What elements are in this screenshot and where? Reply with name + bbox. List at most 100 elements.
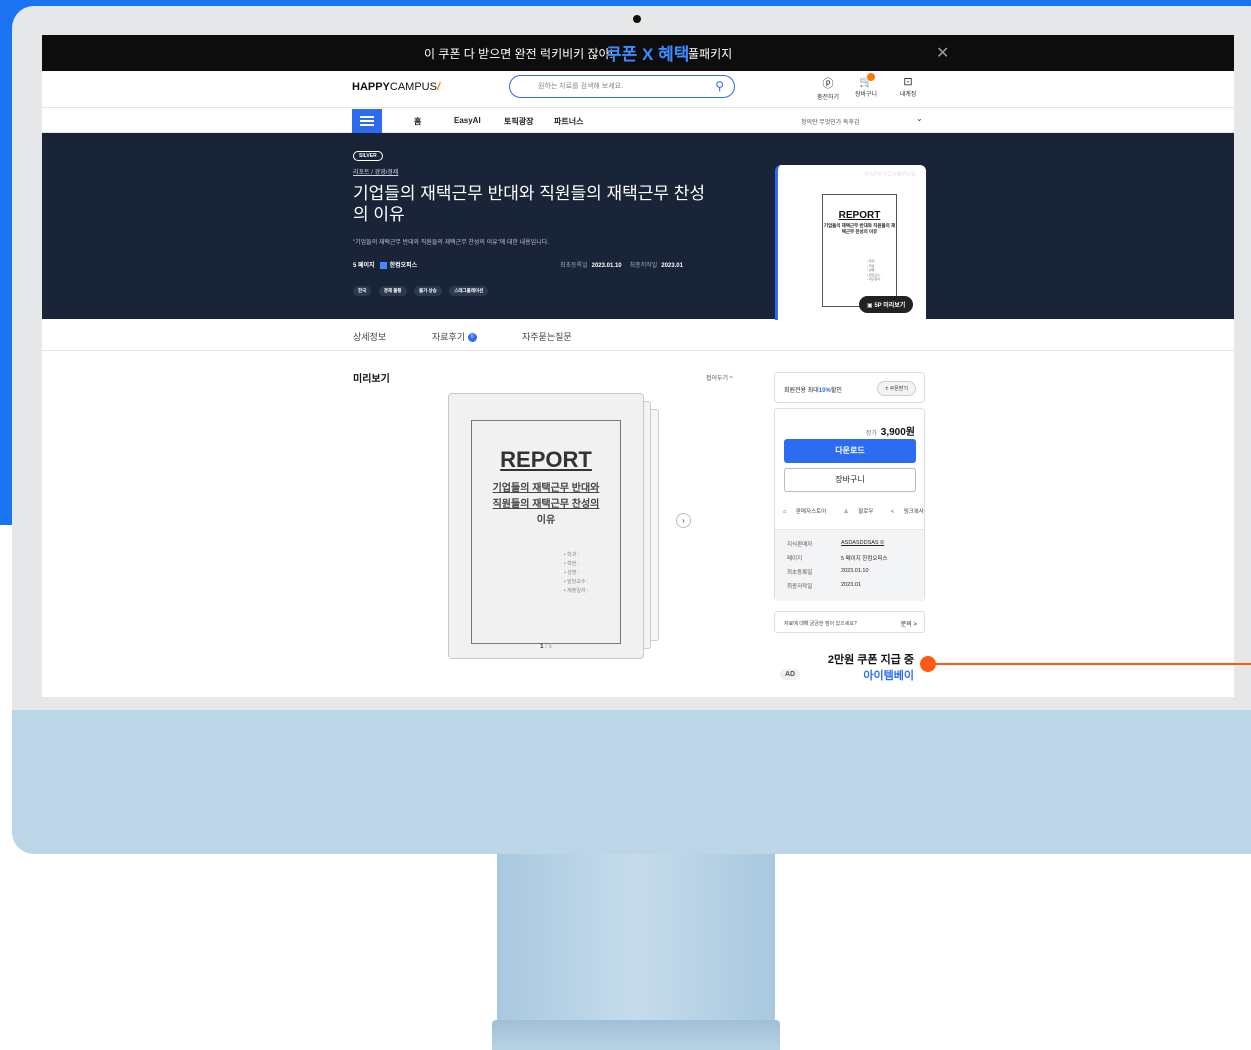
coupon-percent: 10% <box>818 388 831 394</box>
seller-name[interactable]: ASDASDDSAS © <box>841 540 884 546</box>
logo[interactable]: HAPPYCAMPUS/ <box>352 81 440 93</box>
info-row: 페이지 5 페이지 한컴오피스 <box>787 554 888 562</box>
coupon-text: 회원전용 최대10%할인 <box>784 385 842 394</box>
preview-pages-label: 5P 미리보기 <box>874 303 906 309</box>
inquiry-text: 자료에 대해 궁금한 점이 있으세요? <box>784 621 857 627</box>
nav-item-easyai[interactable]: EasyAI <box>454 116 481 125</box>
nav-item-home[interactable]: 홈 <box>414 116 421 127</box>
main-nav: 홈 EasyAI 토픽광장 파트너스 정의란 무엇인가 독후감 ⌄ <box>42 107 1234 133</box>
preview-list: • 학과 : • 학번 : • 성명 : • 담당교수 : • 제출일자 : <box>564 552 589 594</box>
tag-item[interactable]: 스태그플레이션 <box>449 286 489 296</box>
thumbnail-list: • 학과 : • 학번 : • 성명 : • 담당교수 : • 제출일자 : <box>867 259 882 281</box>
account-icon: ⊡ <box>903 76 913 88</box>
banner-text-2: 풀패키지 <box>688 47 733 61</box>
watermark: HAPPYCAMPUS <box>864 172 916 178</box>
breadcrumb[interactable]: 리포트 / 경영/경제 <box>353 167 398 176</box>
ad-brand: 아이템베이 <box>863 670 914 682</box>
mod-date-label: 최종저작일 <box>629 263 658 269</box>
hero-dates: 최초등록일 2023.01.10 최종저작일 2023.01 <box>560 260 691 269</box>
ad-banner[interactable]: AD 2만원 쿠폰 지급 중 아이템베이 <box>772 639 927 695</box>
tab-detail[interactable]: 상세정보 <box>353 330 386 343</box>
cart-header-button[interactable]: 🛒 장바구니 <box>851 73 881 98</box>
account-button[interactable]: ⊡ 내계정 <box>893 75 923 98</box>
store-icon: ⌂ <box>783 509 787 515</box>
tag-item[interactable]: 물가 상승 <box>414 286 442 296</box>
search-icon[interactable]: ⚲ <box>715 79 724 93</box>
get-coupon-button[interactable]: ± 쿠폰받기 <box>877 381 916 396</box>
preview-page: REPORT 기업들의 재택근무 반대와 직원들의 재택근무 찬성의 이유 • … <box>471 420 621 644</box>
price-label: 정가 <box>865 431 877 437</box>
nav-item-topic[interactable]: 토픽광장 <box>504 116 533 127</box>
info-label: 최초등록일 <box>787 570 813 576</box>
info-label: 최종저작일 <box>787 584 813 590</box>
content-tabs: 상세정보 자료후기 0 자주묻는질문 <box>42 319 1234 351</box>
info-row: 지식판매자 ASDASDDSAS © <box>787 540 884 548</box>
reg-date-label: 최초등록일 <box>560 263 588 269</box>
hero-description: "기업들의 재택근무 반대와 직원들의 재택근무 찬성의 이유"에 대한 내용입… <box>353 240 549 246</box>
preview-subtitle-line: 직원들의 재택근무 찬성의 <box>492 499 600 510</box>
menu-icon[interactable] <box>352 109 382 133</box>
charge-label: 충전하기 <box>816 95 840 101</box>
info-label: 페이지 <box>787 556 803 562</box>
follow-label: 팔로우 <box>858 509 874 515</box>
logo-thin: CAMPUS <box>389 81 437 93</box>
info-value: 2023.01 <box>841 582 861 588</box>
copy-link[interactable]: < 링크복사 <box>891 509 932 515</box>
tag-item[interactable]: 경제 불황 <box>378 286 407 296</box>
preview-subtitle-line: 이유 <box>536 515 556 526</box>
info-label: 지식판매자 <box>787 542 813 548</box>
camera-dot <box>633 15 641 23</box>
inquiry-link[interactable]: 문의 > <box>901 619 917 628</box>
logo-bold: HAPPY <box>352 81 390 93</box>
search-placeholder: 원하는 자료를 검색해 보세요. <box>538 83 624 90</box>
callout-dot <box>920 656 936 672</box>
charge-button[interactable]: ⓟ 충전하기 <box>813 75 843 101</box>
page-total: / 5 <box>545 644 552 650</box>
tab-faq[interactable]: 자주묻는질문 <box>522 330 572 343</box>
coupon-text-a: 회원전용 최대 <box>784 388 819 394</box>
page-current: 1 <box>540 644 544 650</box>
action-links: ⌂ 판매자스토어 ♙ 팔로우 < 링크복사 <box>783 507 924 515</box>
tag-list: 한국 경제 불황 물가 상승 스태그플레이션 <box>353 279 491 297</box>
preview-subtitle-line: 기업들의 재택근무 반대와 <box>492 483 600 494</box>
cart-icon: 🛒 <box>859 76 873 88</box>
seller-store-label: 판매자스토어 <box>795 509 827 515</box>
next-page-button[interactable]: › <box>676 513 691 528</box>
close-icon[interactable]: ✕ <box>936 43 949 63</box>
promo-banner[interactable]: 이 쿠폰 다 받으면 완전 럭키비키 잖아! 쿠폰 X 혜택 풀패키지 ✕ <box>42 35 1234 71</box>
purchase-box: 정가 3,900원 다운로드 장바구니 ⌂ 판매자스토어 ♙ 팔로우 < 링크복사… <box>774 408 925 601</box>
info-value: 5 페이지 한컴오피스 <box>841 556 888 562</box>
download-button[interactable]: 다운로드 <box>784 439 916 463</box>
chevron-down-icon[interactable]: ⌄ <box>916 114 923 123</box>
account-label: 내계정 <box>899 92 917 98</box>
nav-item-partners[interactable]: 파트너스 <box>554 116 583 127</box>
tag-item[interactable]: 한국 <box>353 286 372 296</box>
hancom-icon <box>379 261 387 269</box>
price-value: 3,900원 <box>880 427 915 438</box>
preview-viewer[interactable]: REPORT 기업들의 재택근무 반대와 직원들의 재택근무 찬성의 이유 • … <box>448 393 644 659</box>
callout-line <box>934 663 1251 665</box>
preview-pages-button[interactable]: ▣ 5P 미리보기 <box>859 296 914 313</box>
seller-store-link[interactable]: ⌂ 판매자스토어 <box>783 509 834 515</box>
rolling-keyword[interactable]: 정의란 무엇인가 독후감 <box>801 117 860 126</box>
follow-link[interactable]: ♙ 팔로우 <box>844 509 882 515</box>
tab-review[interactable]: 자료후기 0 <box>432 330 477 343</box>
info-value: 2023.01.10 <box>841 568 869 574</box>
thumbnail-subtitle: 기업들의 재택근무 반대와 직원들의 재택근무 찬성의 이유 <box>823 223 896 234</box>
preview-report-title: REPORT <box>500 447 592 472</box>
coin-icon: ⓟ <box>822 78 834 90</box>
cart-count-badge <box>867 73 875 81</box>
fold-toggle[interactable]: 접어두기 ^ <box>706 373 733 382</box>
logo-mark: / <box>436 81 441 93</box>
inquiry-box[interactable]: 자료에 대해 궁금한 점이 있으세요? 문의 > <box>774 611 925 633</box>
coupon-box: 회원전용 최대10%할인 ± 쿠폰받기 <box>774 372 925 403</box>
ad-tag: AD <box>780 669 801 680</box>
add-to-cart-button[interactable]: 장바구니 <box>784 468 916 492</box>
page-count: 5 페이지 <box>353 263 375 269</box>
search-input[interactable]: 원하는 자료를 검색해 보세요. ⚲ <box>509 75 735 98</box>
page-title: 기업들의 재택근무 반대와 직원들의 재택근무 찬성의 이유 <box>353 184 706 224</box>
info-row: 최종저작일 2023.01 <box>787 582 861 590</box>
banner-text: 이 쿠폰 다 받으면 완전 럭키비키 잖아! <box>424 47 613 61</box>
ad-headline: 2만원 쿠폰 지급 중 <box>827 654 914 666</box>
tab-review-label: 자료후기 <box>432 332 466 342</box>
